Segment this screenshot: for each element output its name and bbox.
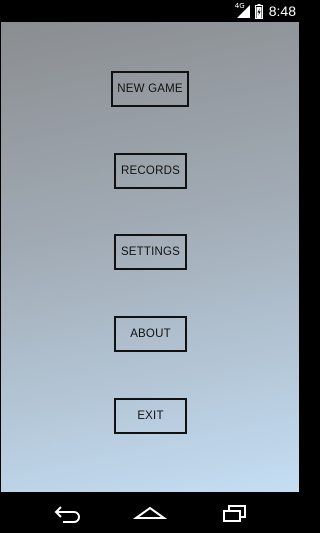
new-game-button[interactable]: NEW GAME [111, 71, 189, 107]
signal-icon: 4G [235, 2, 251, 19]
status-icons: 4G 8:48 [235, 0, 296, 22]
back-icon[interactable] [49, 500, 85, 526]
main-menu: NEW GAME RECORDS SETTINGS ABOUT EXIT [1, 22, 299, 492]
status-bar: 4G 8:48 [0, 0, 300, 22]
recents-icon[interactable] [216, 500, 252, 526]
home-icon[interactable] [132, 500, 168, 526]
about-button[interactable]: ABOUT [114, 316, 187, 352]
records-button[interactable]: RECORDS [114, 153, 187, 189]
phone-screen: 4G 8:48 NEW GAME RECORDS SETTINGS ABOUT … [0, 0, 300, 533]
navigation-bar [0, 492, 300, 533]
settings-button[interactable]: SETTINGS [114, 234, 187, 270]
battery-icon [254, 3, 263, 19]
status-clock: 8:48 [268, 3, 296, 19]
exit-button[interactable]: EXIT [114, 398, 187, 434]
